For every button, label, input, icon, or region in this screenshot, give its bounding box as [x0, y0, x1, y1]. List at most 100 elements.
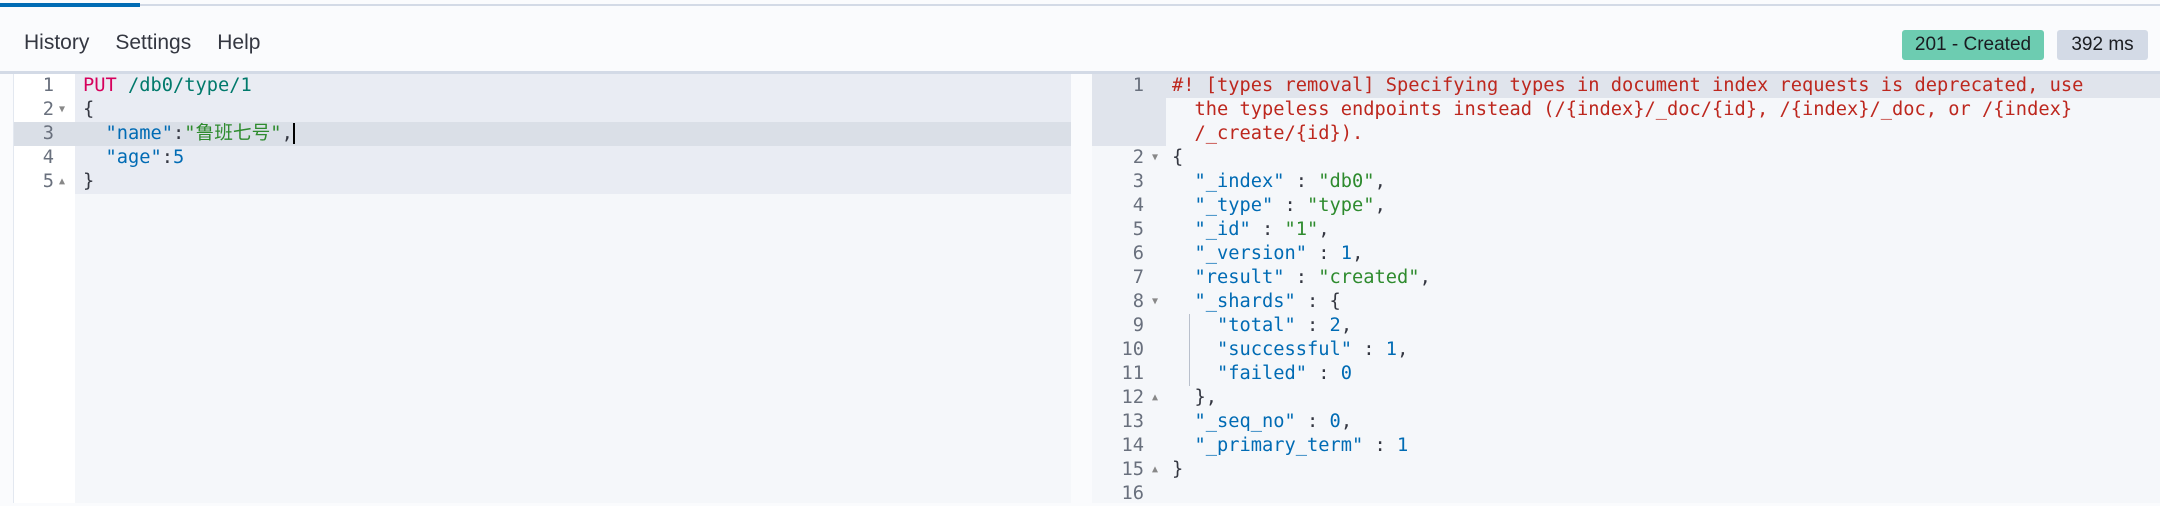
- token-key: "_id": [1194, 219, 1251, 240]
- line-content: 4 "_type" : "type",: [1092, 194, 2160, 218]
- line-number: 5: [42, 171, 54, 192]
- code-text: /_create/{id}).: [1172, 122, 1364, 146]
- line-number: 2: [1132, 147, 1144, 168]
- line-number: 10: [1121, 339, 1144, 360]
- code-text: "age":5: [83, 146, 185, 170]
- line-content: 7 "result" : "created",: [1092, 266, 2160, 290]
- token-punc: :: [1284, 267, 1319, 288]
- fold-down-icon[interactable]: ▼: [59, 98, 65, 122]
- fold-up-icon[interactable]: ▲: [59, 170, 65, 194]
- code-text: }: [83, 170, 94, 194]
- token-url: /db0/type/1: [128, 75, 252, 96]
- line-number: 15: [1121, 459, 1144, 480]
- line-content: 4 "age":5: [14, 146, 1071, 170]
- token-punc: ,: [1374, 171, 1386, 192]
- token-punc: :: [1273, 195, 1308, 216]
- line-content: 3 "name":"鲁班七号",: [14, 122, 1071, 146]
- token-warn: the typeless endpoints instead (/{index}…: [1172, 99, 2073, 120]
- token-punc: : {: [1295, 291, 1341, 312]
- token-punc: [1172, 363, 1217, 384]
- line-content: 1 #! [types removal] Specifying types in …: [1092, 74, 2160, 98]
- line-number: 16: [1121, 483, 1144, 504]
- token-num: 2: [1329, 315, 1341, 336]
- line-content: 16: [1092, 482, 2160, 506]
- response-editor[interactable]: 1 #! [types removal] Specifying types in …: [1092, 74, 2160, 506]
- line-content: 14 "_primary_term" : 1: [1092, 434, 2160, 458]
- fold-up-icon[interactable]: ▲: [1152, 386, 1158, 410]
- code-text: "_type" : "type",: [1172, 194, 1386, 218]
- token-punc: {: [83, 99, 95, 120]
- code-text: "name":"鲁班七号",: [83, 122, 295, 146]
- token-punc: ,: [1340, 315, 1353, 336]
- token-punc: [1172, 267, 1195, 288]
- request-editor[interactable]: 1 PUT /db0/type/1 2 ▼ {3 "name":"鲁班七号", 4 "ag…: [13, 74, 1071, 503]
- token-str: "type": [1307, 195, 1375, 216]
- token-str: "1": [1284, 219, 1319, 240]
- line-number: 6: [1132, 243, 1144, 264]
- code-text: {: [83, 98, 94, 122]
- token-punc: },: [1172, 387, 1218, 408]
- line-number: 12: [1121, 387, 1144, 408]
- token-key: "_type": [1194, 195, 1274, 216]
- code-text: {: [1172, 146, 1183, 170]
- line-content: 6 "_version" : 1,: [1092, 242, 2160, 266]
- line-content: 2 ▼ {: [1092, 146, 2160, 170]
- code-text: "_version" : 1,: [1172, 242, 1364, 266]
- fold-down-icon[interactable]: ▼: [1152, 146, 1158, 170]
- top-divider: [0, 4, 2160, 6]
- token-method: PUT: [83, 75, 117, 96]
- line-content: 15 ▲}: [1092, 458, 2160, 482]
- token-punc: :: [173, 123, 185, 144]
- token-punc: ,: [281, 123, 293, 144]
- token-punc: [1172, 435, 1195, 456]
- line-number: 2: [42, 99, 54, 120]
- code-text: "total" : 2,: [1172, 314, 1352, 338]
- token-punc: {: [1172, 147, 1184, 168]
- token-key: "failed": [1217, 363, 1308, 384]
- menu-history[interactable]: History: [24, 31, 89, 55]
- token-key: "result": [1194, 267, 1285, 288]
- token-punc: :: [1352, 339, 1386, 360]
- status-badge: 201 - Created: [1902, 30, 2044, 60]
- line-number: 9: [1132, 315, 1144, 336]
- active-tab-indicator: [0, 3, 140, 7]
- code-text: "_index" : "db0",: [1172, 170, 1386, 194]
- token-key: "_index": [1194, 171, 1285, 192]
- token-punc: [1172, 195, 1195, 216]
- token-warn: #! [types removal] Specifying types in d…: [1172, 75, 2084, 96]
- token-str: "db0": [1318, 171, 1375, 192]
- token-punc: :: [1307, 243, 1341, 264]
- fold-down-icon[interactable]: ▼: [1152, 290, 1158, 314]
- token-num: 0: [1340, 363, 1353, 384]
- line-number: 1: [42, 75, 54, 96]
- code-text: },: [1172, 386, 1218, 410]
- menu-settings[interactable]: Settings: [115, 31, 191, 55]
- line-content: the typeless endpoints instead (/{index}…: [1092, 98, 2160, 122]
- text-cursor: [292, 123, 295, 144]
- token-punc: ,: [1352, 243, 1364, 264]
- token-key: "_seq_no": [1194, 411, 1296, 432]
- token-str: "created": [1318, 267, 1420, 288]
- token-punc: }: [1172, 459, 1184, 480]
- line-content: /_create/{id}).: [1092, 122, 2160, 146]
- line-number: 11: [1121, 363, 1144, 384]
- token-key: "_primary_term": [1194, 435, 1364, 456]
- token-punc: ,: [1397, 339, 1409, 360]
- code-text: "_primary_term" : 1: [1172, 434, 1409, 458]
- code-text: "successful" : 1,: [1172, 338, 1408, 362]
- token-punc: ,: [1419, 267, 1431, 288]
- token-punc: [1172, 219, 1195, 240]
- code-text: }: [1172, 458, 1183, 482]
- line-content: 13 "_seq_no" : 0,: [1092, 410, 2160, 434]
- token-punc: [1172, 411, 1195, 432]
- line-content: 12 ▲ },: [1092, 386, 2160, 410]
- token-punc: :: [1295, 411, 1330, 432]
- menu-help[interactable]: Help: [217, 31, 260, 55]
- line-content: 9 "total" : 2,: [1092, 314, 2160, 338]
- token-punc: [1172, 315, 1217, 336]
- token-str: "鲁班七号": [184, 123, 282, 144]
- line-number: 3: [1132, 171, 1144, 192]
- code-text: "failed" : 0: [1172, 362, 1352, 386]
- line-number: 4: [1132, 195, 1144, 216]
- fold-up-icon[interactable]: ▲: [1152, 458, 1158, 482]
